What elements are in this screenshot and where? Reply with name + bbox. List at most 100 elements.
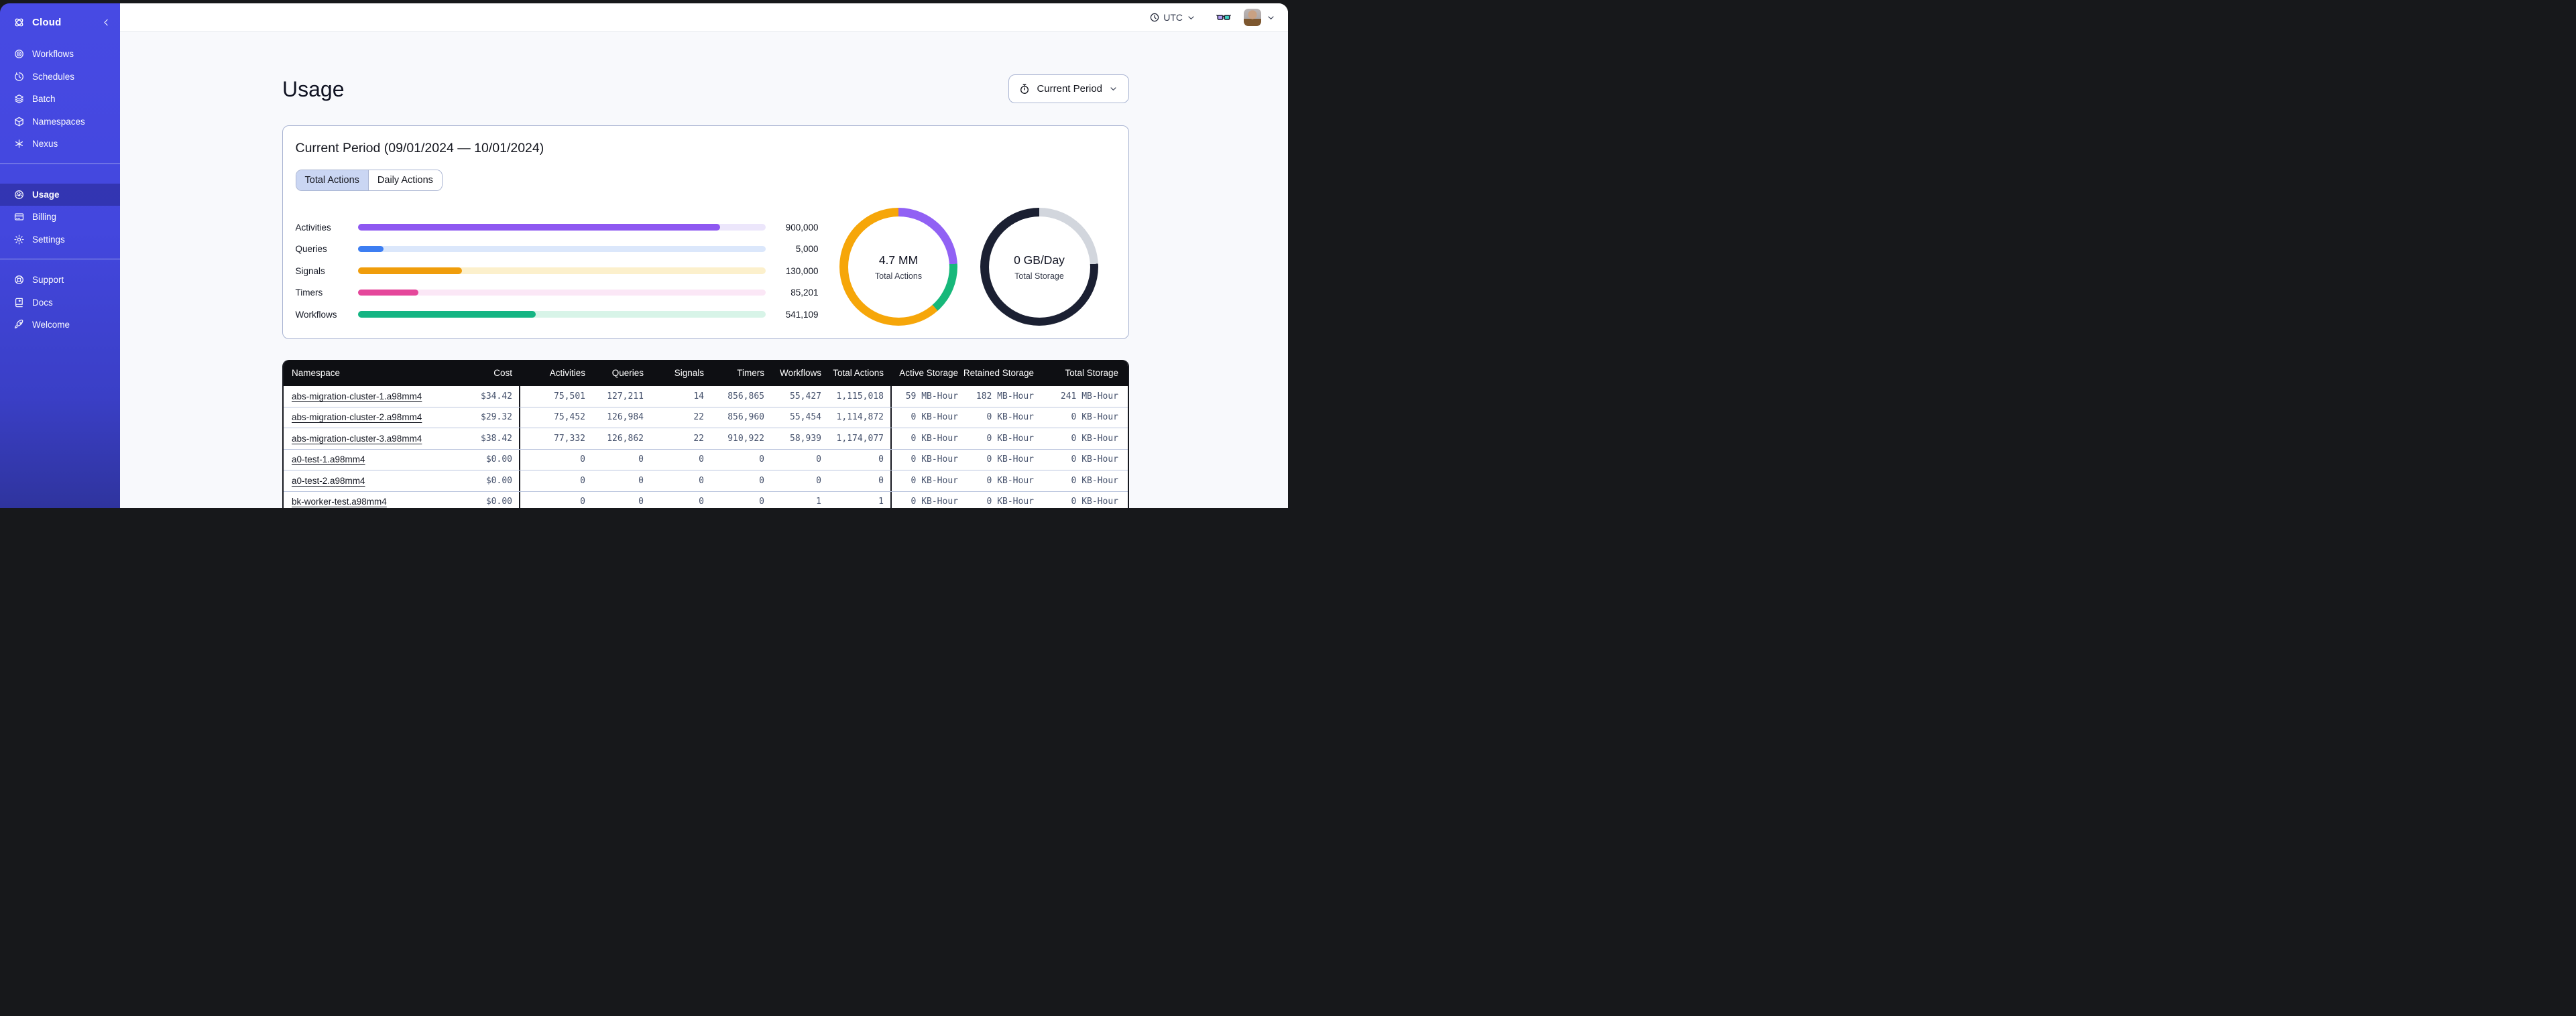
sidebar-item-schedules[interactable]: Schedules bbox=[0, 66, 120, 88]
namespaces-icon bbox=[13, 116, 25, 127]
cell-timers: 910,922 bbox=[727, 433, 764, 444]
sidebar-nav-account: Usage Billing Settings bbox=[0, 183, 120, 251]
table-row: abs-migration-cluster-3.a98mm4 $38.42 77,3… bbox=[284, 428, 1128, 450]
sidebar: Cloud Workflows Schedules Batch Namespaces N… bbox=[0, 3, 120, 508]
cell-queries: 0 bbox=[638, 497, 644, 507]
cell-signals: 14 bbox=[693, 391, 704, 401]
cell-signals: 0 bbox=[699, 475, 704, 486]
column-header-retained-storage: Retained Storage bbox=[963, 368, 1034, 378]
sidebar-item-namespaces[interactable]: Namespaces bbox=[0, 111, 120, 133]
column-header-namespace: Namespace bbox=[292, 368, 341, 378]
bar-label: Workflows bbox=[295, 309, 337, 320]
cell-activities: 75,452 bbox=[519, 407, 592, 428]
cell-total-actions: 1,114,872 bbox=[836, 412, 884, 423]
actions-tab-group: Total Actions Daily Actions bbox=[295, 170, 443, 191]
sidebar-item-workflows[interactable]: Workflows bbox=[0, 43, 120, 66]
cell-activities: 75,501 bbox=[519, 386, 592, 407]
bar-label: Activities bbox=[295, 222, 331, 233]
bar-fill bbox=[357, 289, 419, 296]
cell-cost: $38.42 bbox=[481, 433, 512, 444]
total-storage-donut: 0 GB/Day Total Storage bbox=[980, 208, 1098, 326]
table-body: abs-migration-cluster-1.a98mm4 $34.42 75,5… bbox=[284, 386, 1128, 508]
cell-timers: 0 bbox=[759, 497, 764, 507]
batch-icon bbox=[13, 93, 25, 105]
cell-retained-storage: 0 KB-Hour bbox=[986, 475, 1034, 486]
column-header-total-storage: Total Storage bbox=[1065, 368, 1118, 378]
donut-center: 0 GB/Day Total Storage bbox=[988, 216, 1090, 318]
donut-center: 4.7 MM Total Actions bbox=[847, 216, 949, 318]
chevron-down-icon bbox=[1186, 13, 1196, 23]
cell-retained-storage: 0 KB-Hour bbox=[986, 412, 1034, 423]
timezone-label: UTC bbox=[1163, 12, 1183, 23]
cell-total-storage: 0 KB-Hour bbox=[1071, 475, 1118, 486]
nexus-icon bbox=[13, 138, 25, 149]
cell-workflows: 0 bbox=[816, 475, 821, 486]
cell-activities: 0 bbox=[519, 491, 592, 508]
table-row: abs-migration-cluster-2.a98mm4 $29.32 75,4… bbox=[284, 407, 1128, 428]
sidebar-item-label: Welcome bbox=[32, 320, 70, 330]
sidebar-nav-footer: Support Docs Welcome bbox=[0, 269, 120, 336]
bar-value: 130,000 bbox=[785, 265, 819, 276]
namespace-link[interactable]: a0-test-1.a98mm4 bbox=[292, 454, 365, 464]
bar-row-workflows: Workflows 541,109 bbox=[296, 307, 819, 322]
sidebar-item-usage[interactable]: Usage bbox=[0, 183, 120, 206]
namespace-cell: abs-migration-cluster-1.a98mm4 bbox=[284, 386, 457, 407]
bar-label: Queries bbox=[295, 244, 327, 254]
cell-total-actions: 0 bbox=[878, 454, 884, 465]
labs-glasses-icon[interactable] bbox=[1216, 10, 1231, 25]
timezone-selector[interactable]: UTC bbox=[1149, 12, 1196, 23]
chevron-down-icon bbox=[1108, 84, 1118, 94]
table-header: Namespace Cost Activities Queries Signals Tim… bbox=[284, 360, 1128, 386]
cell-total-actions: 1,115,018 bbox=[836, 391, 884, 401]
page-title: Usage bbox=[282, 76, 345, 101]
sidebar-item-nexus[interactable]: Nexus bbox=[0, 133, 120, 155]
column-header-active-storage: Active Storage bbox=[899, 368, 958, 378]
cell-workflows: 55,427 bbox=[790, 391, 821, 401]
cell-workflows: 1 bbox=[816, 497, 821, 507]
tab-total-actions[interactable]: Total Actions bbox=[296, 170, 368, 190]
cell-workflows: 55,454 bbox=[790, 412, 821, 423]
namespace-link[interactable]: abs-migration-cluster-2.a98mm4 bbox=[292, 412, 422, 422]
sidebar-item-label: Namespaces bbox=[32, 116, 85, 127]
namespace-table: Namespace Cost Activities Queries Signals Tim… bbox=[282, 360, 1129, 508]
cell-cost: $0.00 bbox=[485, 497, 512, 507]
column-header-workflows: Workflows bbox=[779, 368, 821, 378]
temporal-logo-icon bbox=[13, 16, 25, 29]
cell-activities: 0 bbox=[519, 449, 592, 470]
cell-activities: 77,332 bbox=[519, 428, 592, 449]
sidebar-item-batch[interactable]: Batch bbox=[0, 88, 120, 111]
sidebar-item-billing[interactable]: Billing bbox=[0, 206, 120, 229]
cell-queries: 0 bbox=[638, 475, 644, 486]
period-selector-button[interactable]: Current Period bbox=[1008, 74, 1129, 103]
donut-value: 0 GB/Day bbox=[1014, 253, 1065, 267]
tab-daily-actions[interactable]: Daily Actions bbox=[367, 170, 442, 190]
namespace-link[interactable]: a0-test-2.a98mm4 bbox=[292, 476, 365, 486]
sidebar-item-docs[interactable]: Docs bbox=[0, 292, 120, 314]
table-row: abs-migration-cluster-1.a98mm4 $34.42 75,5… bbox=[284, 386, 1128, 407]
bar-value: 541,109 bbox=[785, 309, 819, 320]
sidebar-item-settings[interactable]: Settings bbox=[0, 229, 120, 251]
namespace-link[interactable]: abs-migration-cluster-3.a98mm4 bbox=[292, 434, 422, 444]
sidebar-item-welcome[interactable]: Welcome bbox=[0, 314, 120, 336]
user-menu-chevron-icon[interactable] bbox=[1266, 13, 1276, 23]
cell-workflows: 0 bbox=[816, 454, 821, 465]
column-header-activities: Activities bbox=[549, 368, 585, 378]
column-header-timers: Timers bbox=[737, 368, 764, 378]
cell-retained-storage: 0 KB-Hour bbox=[986, 497, 1034, 507]
cell-total-storage: 0 KB-Hour bbox=[1071, 454, 1118, 465]
cell-timers: 0 bbox=[759, 454, 764, 465]
user-avatar[interactable] bbox=[1244, 9, 1261, 26]
namespace-cell: bk-worker-test.a98mm4 bbox=[284, 492, 457, 509]
usage-card: Current Period (09/01/2024 — 10/01/2024)… bbox=[282, 125, 1129, 339]
card-title: Current Period (09/01/2024 — 10/01/2024) bbox=[295, 141, 544, 155]
sidebar-collapse-button[interactable] bbox=[101, 17, 111, 27]
namespace-link[interactable]: bk-worker-test.a98mm4 bbox=[292, 497, 387, 507]
cell-queries: 126,984 bbox=[607, 412, 644, 423]
namespace-link[interactable]: abs-migration-cluster-1.a98mm4 bbox=[292, 391, 422, 401]
donut-label: Total Storage bbox=[1014, 271, 1064, 281]
cell-active-storage: 0 KB-Hour bbox=[890, 407, 965, 428]
period-button-label: Current Period bbox=[1037, 83, 1102, 94]
cell-active-storage: 59 MB-Hour bbox=[890, 386, 965, 407]
usage-icon bbox=[13, 189, 25, 200]
sidebar-item-support[interactable]: Support bbox=[0, 269, 120, 292]
